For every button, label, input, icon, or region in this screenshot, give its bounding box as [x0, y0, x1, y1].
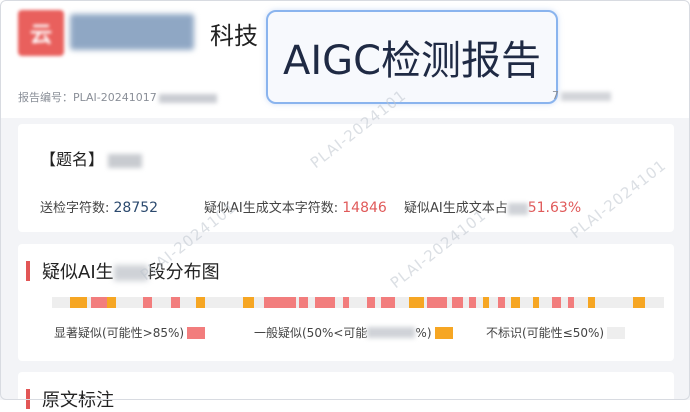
legend-high-swatch: [187, 326, 206, 339]
ai-segment-high[interactable]: [315, 297, 335, 308]
report-date-redacted: [561, 91, 611, 101]
ai-segment-mid[interactable]: [196, 297, 205, 308]
ai-segment-high[interactable]: [367, 297, 375, 308]
ai-segment-mid[interactable]: [633, 297, 645, 308]
ai-segment-mid[interactable]: [588, 297, 595, 308]
info-card: 【题名】 送检字符数: 28752 疑似AI生成文本字符数: 14846 疑似A…: [18, 124, 674, 232]
stat-total-chars: 送检字符数: 28752: [40, 197, 158, 216]
legend-mid-swatch: [434, 326, 453, 339]
ai-segment-high[interactable]: [452, 297, 463, 308]
ai-segment-high[interactable]: [171, 297, 180, 308]
report-header: 云 科技 AIGC检测报告 报告编号：PLAI-20241017 7: [0, 0, 690, 118]
stat-ratio-value: 51.63%: [527, 200, 582, 216]
legend-mid-redacted: [367, 327, 416, 338]
report-date-prefix: 7: [552, 89, 559, 102]
stat-ai-ratio: 疑似AI生成文本占 51.63%: [404, 197, 581, 216]
ai-segment-distribution-bar[interactable]: [52, 297, 664, 308]
ai-segment-mid[interactable]: [533, 297, 539, 308]
report-title: AIGC检测报告: [282, 38, 542, 84]
report-page: 云 科技 AIGC检测报告 报告编号：PLAI-20241017 7 【题名】 …: [0, 0, 690, 412]
stat-total-value: 28752: [113, 200, 159, 216]
distribution-title-prefix: 疑似AI生: [42, 262, 114, 283]
ai-segment-mid[interactable]: [243, 297, 254, 308]
stat-total-label: 送检字符数:: [40, 201, 114, 216]
legend-mid: 一般疑似(50%<可能%): [254, 324, 453, 341]
ai-segment-high[interactable]: [552, 297, 561, 308]
legend-none-swatch: [607, 326, 626, 339]
distribution-header: 疑似AI生 段分布图: [18, 258, 220, 284]
ai-segment-mid[interactable]: [511, 297, 520, 308]
distribution-title: 疑似AI生 段分布图: [42, 258, 220, 284]
ai-segment-high[interactable]: [498, 297, 505, 308]
section-accent-bar: [26, 389, 30, 409]
ai-segment-high[interactable]: [343, 297, 349, 308]
stat-ai-value: 14846: [342, 200, 387, 216]
stat-ai-chars: 疑似AI生成文本字符数: 14846: [204, 197, 387, 216]
original-annotation-card: 原文标注: [18, 372, 674, 412]
ai-segment-high[interactable]: [568, 297, 574, 308]
doc-title-label: 【题名】: [40, 150, 105, 169]
distribution-title-redacted: [113, 265, 148, 281]
logo-mark: 云: [29, 23, 52, 48]
original-header: 原文标注: [18, 386, 114, 412]
company-logo: 云: [18, 10, 64, 56]
report-date: 7: [552, 89, 611, 102]
doc-title-row: 【题名】: [40, 146, 143, 170]
ai-segment-high[interactable]: [91, 297, 107, 308]
report-number: 报告编号：PLAI-20241017: [18, 89, 217, 105]
ai-segment-mid[interactable]: [483, 297, 489, 308]
stat-ai-label: 疑似AI生成文本字符数:: [204, 201, 343, 216]
legend-none-label: 不标识(可能性≤50%): [486, 326, 605, 340]
distribution-card: 疑似AI生 段分布图 显著疑似(可能性>85%) 一般疑似(50%<可能%) 不标…: [18, 244, 674, 361]
legend-high: 显著疑似(可能性>85%): [54, 324, 206, 341]
legend-mid-suffix: %): [415, 325, 432, 340]
ai-segment-high[interactable]: [469, 297, 476, 308]
company-name-blurred: [70, 14, 194, 50]
report-number-label: 报告编号：PLAI-20241017: [18, 91, 157, 104]
legend-high-label: 显著疑似(可能性>85%): [54, 326, 185, 340]
section-accent-bar: [26, 261, 30, 281]
report-number-redacted: [158, 93, 217, 103]
stat-ratio-label: 疑似AI生成文本占: [404, 201, 508, 216]
report-title-box: AIGC检测报告: [266, 10, 558, 104]
ai-segment-high[interactable]: [299, 297, 308, 308]
stat-ratio-redacted: [507, 202, 528, 215]
ai-segment-high[interactable]: [264, 297, 296, 308]
legend-none: 不标识(可能性≤50%): [486, 324, 626, 341]
company-suffix: 科技: [210, 22, 258, 50]
original-title: 原文标注: [42, 390, 114, 411]
legend-mid-prefix: 一般疑似(50%<可能: [254, 326, 368, 340]
ai-segment-high[interactable]: [381, 297, 395, 308]
ai-segment-mid[interactable]: [409, 297, 424, 308]
ai-segment-mid[interactable]: [70, 297, 87, 308]
ai-segment-mid[interactable]: [107, 297, 116, 308]
ai-segment-high[interactable]: [427, 297, 447, 308]
distribution-title-suffix: 段分布图: [147, 262, 220, 283]
doc-title-redacted: [108, 153, 143, 168]
ai-segment-high[interactable]: [143, 297, 152, 308]
